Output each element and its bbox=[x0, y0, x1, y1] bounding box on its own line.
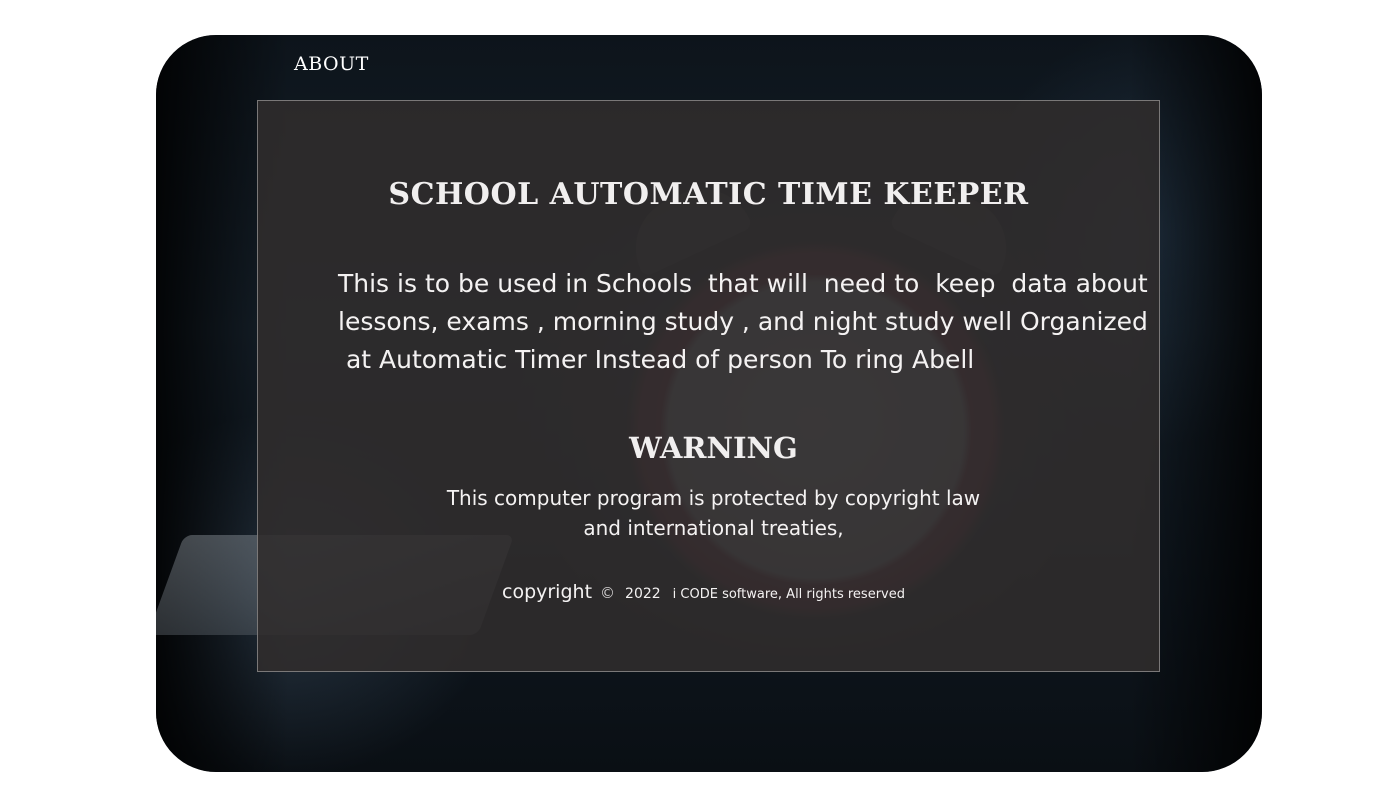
copyright-year: 2022 bbox=[625, 586, 661, 602]
description-text: This is to be used in Schools that will … bbox=[338, 265, 1148, 379]
description-line: lessons, exams , morning study , and nig… bbox=[338, 307, 1148, 336]
copyright-notice: copyright © 2022 i CODE software, All right… bbox=[502, 581, 905, 603]
page-title: SCHOOL AUTOMATIC TIME KEEPER bbox=[388, 177, 1029, 212]
app-window: ABOUT SCHOOL AUTOMATIC TIME KEEPER This … bbox=[156, 35, 1262, 772]
copyright-owner: i CODE software, All rights reserved bbox=[672, 587, 905, 602]
copyright-word: copyright bbox=[502, 581, 593, 603]
description-line: This is to be used in Schools that will … bbox=[338, 269, 1148, 298]
warning-text: This computer program is protected by co… bbox=[258, 483, 1159, 543]
warning-title: WARNING bbox=[629, 431, 798, 465]
description-line: at Automatic Timer Instead of person To … bbox=[338, 345, 975, 374]
nav-about-link[interactable]: ABOUT bbox=[294, 53, 369, 75]
warning-line: and international treaties, bbox=[583, 516, 844, 540]
warning-line: This computer program is protected by co… bbox=[446, 486, 981, 510]
copyright-symbol-icon: © bbox=[600, 584, 616, 602]
about-panel: SCHOOL AUTOMATIC TIME KEEPER This is to … bbox=[257, 100, 1160, 672]
